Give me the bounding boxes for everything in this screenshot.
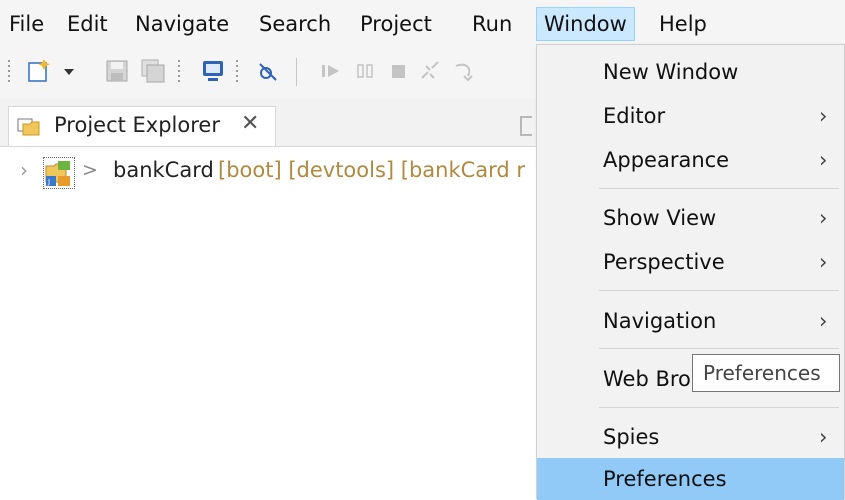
menu-project[interactable]: Project xyxy=(353,8,439,40)
chevron-right-icon: › xyxy=(819,148,828,172)
menu-item-preferences[interactable]: Preferences xyxy=(537,458,844,500)
menu-item-label: New Window xyxy=(603,60,739,84)
menu-search[interactable]: Search xyxy=(252,8,338,40)
menu-item-label: Navigation xyxy=(603,309,717,333)
project-explorer-icon xyxy=(17,118,40,136)
menu-item-appearance[interactable]: Appearance › xyxy=(537,139,844,181)
tab-project-explorer[interactable]: Project Explorer ✕ xyxy=(8,106,276,146)
menu-bar: File Edit Navigate Search Project Run Wi… xyxy=(0,0,845,48)
toolbar-grip xyxy=(178,60,180,84)
menu-item-label: Show View xyxy=(603,206,717,230)
chevron-right-icon: › xyxy=(819,250,828,274)
menu-file[interactable]: File xyxy=(2,8,51,40)
suspend-icon[interactable] xyxy=(352,58,378,84)
preferences-tooltip: Preferences xyxy=(692,354,840,392)
terminal-icon[interactable] xyxy=(200,58,226,84)
view-tab-bar: Project Explorer ✕ xyxy=(0,98,540,147)
save-icon[interactable] xyxy=(104,58,130,84)
menu-separator xyxy=(599,407,839,408)
skip-breakpoints-icon[interactable] xyxy=(256,58,282,84)
toolbar-separator xyxy=(296,58,297,86)
menu-item-label: Spies xyxy=(603,425,660,449)
step-into-icon[interactable] xyxy=(452,58,478,84)
tree-item-bankcard[interactable]: › J > bankCard [boot] [devtools] [bankCa… xyxy=(0,156,540,190)
menu-separator xyxy=(599,188,839,189)
spring-project-icon: J xyxy=(43,157,75,189)
menu-navigate[interactable]: Navigate xyxy=(128,8,236,40)
menu-item-show-view[interactable]: Show View › xyxy=(537,197,844,239)
menu-item-label: Web Bro xyxy=(603,367,691,391)
chevron-right-icon: › xyxy=(819,309,828,333)
window-menu: New Window Editor › Appearance › Show Vi… xyxy=(536,44,845,500)
menu-item-perspective[interactable]: Perspective › xyxy=(537,241,844,283)
svg-text:J: J xyxy=(47,178,50,186)
close-icon[interactable]: ✕ xyxy=(241,111,259,136)
chevron-right-icon: › xyxy=(819,104,828,128)
menu-edit[interactable]: Edit xyxy=(60,8,115,40)
terminate-icon[interactable] xyxy=(386,58,412,84)
menu-item-navigation[interactable]: Navigation › xyxy=(537,300,844,342)
menu-item-label: Appearance xyxy=(603,148,730,172)
save-all-icon[interactable] xyxy=(140,58,166,84)
menu-separator xyxy=(599,290,839,291)
toolbar-grip xyxy=(236,60,238,84)
expand-arrow-icon[interactable]: › xyxy=(20,158,28,182)
toolbar-grip xyxy=(8,60,10,84)
project-decorations: [boot] [devtools] [bankCard r xyxy=(218,158,526,182)
project-name: bankCard xyxy=(113,158,214,182)
menu-help[interactable]: Help xyxy=(652,8,714,40)
minimize-icon[interactable] xyxy=(520,116,532,136)
git-dirty-marker: > xyxy=(82,159,98,181)
menu-separator xyxy=(599,348,839,349)
disconnect-icon[interactable] xyxy=(418,58,444,84)
menu-item-label: Preferences xyxy=(603,467,727,491)
chevron-right-icon: › xyxy=(819,425,828,449)
menu-item-label: Editor xyxy=(603,104,666,128)
menu-run[interactable]: Run xyxy=(465,8,519,40)
tab-label: Project Explorer xyxy=(54,113,220,137)
resume-icon[interactable] xyxy=(318,58,344,84)
menu-item-editor[interactable]: Editor › xyxy=(537,95,844,137)
project-explorer-view: Project Explorer ✕ › J > bankCard [boot]… xyxy=(0,98,540,499)
dropdown-arrow-icon[interactable] xyxy=(62,58,76,84)
chevron-right-icon: › xyxy=(819,206,828,230)
menu-item-spies[interactable]: Spies › xyxy=(537,416,844,458)
menu-window[interactable]: Window xyxy=(536,7,635,41)
new-icon[interactable] xyxy=(26,58,52,84)
menu-item-label: Perspective xyxy=(603,250,725,274)
menu-item-new-window[interactable]: New Window xyxy=(537,51,844,93)
